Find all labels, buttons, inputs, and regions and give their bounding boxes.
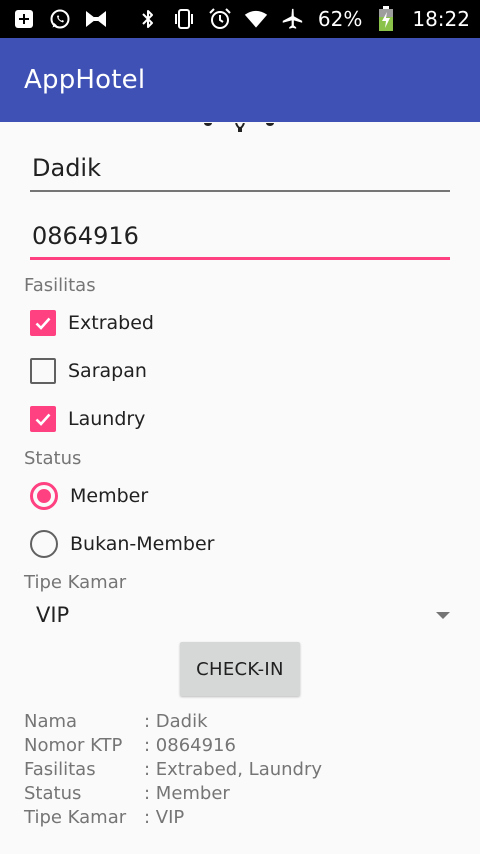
- summary-key: Tipe Kamar: [24, 806, 127, 828]
- status-label: Status: [24, 448, 82, 469]
- summary-value: : Member: [144, 782, 230, 804]
- summary-value: : Extrabed, Laundry: [144, 758, 323, 780]
- fasilitas-label: Fasilitas: [24, 275, 96, 296]
- vibrate-icon: [172, 7, 196, 31]
- clock: 18:22: [412, 7, 470, 31]
- radio-selected-icon[interactable]: [30, 482, 58, 510]
- bluetooth-icon: [136, 7, 160, 31]
- spinner-value: VIP: [36, 603, 70, 627]
- checked-icon[interactable]: [30, 310, 56, 336]
- ktp-field[interactable]: [30, 214, 450, 260]
- alarm-icon: [208, 7, 232, 31]
- summary-key: Nama: [24, 710, 78, 732]
- checkbox-label: Sarapan: [68, 360, 147, 382]
- summary-value: : VIP: [144, 806, 185, 828]
- radio-member[interactable]: Member: [30, 476, 148, 516]
- summary-row: Tipe Kamar : VIP: [24, 805, 322, 829]
- checkbox-sarapan[interactable]: Sarapan: [30, 351, 147, 391]
- main-content: Fasilitas Extrabed Sarapan Laundry Statu…: [0, 120, 480, 854]
- checkbox-laundry[interactable]: Laundry: [30, 399, 145, 439]
- radio-unselected-icon[interactable]: [30, 530, 58, 558]
- plus-square-icon: [12, 7, 36, 31]
- radio-label: Member: [70, 485, 149, 507]
- nama-field[interactable]: [30, 146, 450, 192]
- bowtie-icon: [84, 7, 108, 31]
- tipe-kamar-spinner[interactable]: VIP: [24, 592, 454, 638]
- hotel-logo-icon: [198, 120, 282, 132]
- battery-charging-icon: [374, 6, 398, 31]
- summary-key: Nomor KTP: [24, 734, 123, 756]
- summary-value: : 0864916: [144, 734, 236, 756]
- summary-key: Fasilitas: [24, 758, 96, 780]
- whatsapp-icon: [48, 7, 72, 31]
- checkin-button[interactable]: CHECK-IN: [180, 642, 300, 696]
- wifi-icon: [244, 7, 268, 31]
- summary-key: Status: [24, 782, 82, 804]
- dropdown-arrow-icon[interactable]: [436, 611, 450, 619]
- system-icons: 62% 18:22: [136, 6, 470, 31]
- radio-dot: [37, 489, 51, 503]
- checkbox-label: Extrabed: [68, 312, 154, 334]
- status-bar: 62% 18:22: [0, 0, 480, 38]
- radio-bukan-member[interactable]: Bukan-Member: [30, 524, 214, 564]
- notification-icons: [12, 7, 108, 31]
- tipe-kamar-label: Tipe Kamar: [24, 572, 127, 593]
- summary-row: Status : Member: [24, 781, 322, 805]
- battery-percent: 62%: [317, 7, 363, 31]
- checked-icon[interactable]: [30, 406, 56, 432]
- summary-panel: Nama : Dadik Nomor KTP : 0864916 Fasilit…: [24, 709, 322, 829]
- unchecked-icon[interactable]: [30, 358, 56, 384]
- summary-row: Nomor KTP : 0864916: [24, 733, 322, 757]
- app-title: AppHotel: [24, 65, 146, 95]
- checkbox-label: Laundry: [68, 408, 146, 430]
- radio-label: Bukan-Member: [70, 533, 215, 555]
- summary-value: : Dadik: [144, 710, 208, 732]
- summary-row: Fasilitas : Extrabed, Laundry: [24, 757, 322, 781]
- summary-row: Nama : Dadik: [24, 709, 322, 733]
- checkbox-extrabed[interactable]: Extrabed: [30, 303, 154, 343]
- airplane-icon: [280, 7, 304, 31]
- app-bar: AppHotel: [0, 38, 480, 122]
